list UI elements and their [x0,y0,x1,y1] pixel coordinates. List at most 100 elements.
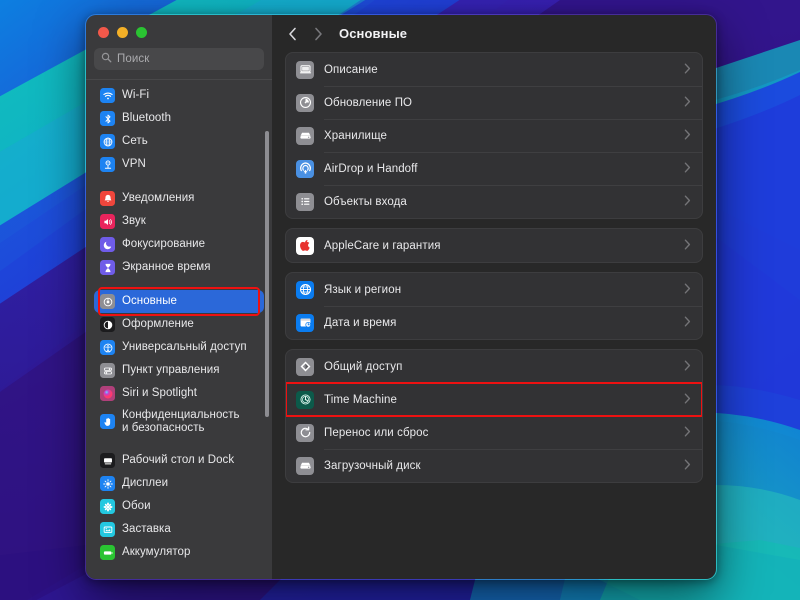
minimize-button[interactable] [117,27,128,38]
sidebar-item-рабочий-стол-и-dock[interactable]: Рабочий стол и Dock [94,449,264,472]
airdrop-icon [296,159,314,178]
settings-groups: Описание Обновление ПО Хранилище AirDrop и … [272,52,716,483]
sidebar-item-экранное-время[interactable]: Экранное время [94,256,264,279]
bluetooth-icon [100,111,115,126]
settings-row-label: Общий доступ [324,360,403,373]
chevron-right-icon [684,457,691,475]
settings-row-label: Загрузочный диск [324,459,421,472]
sidebar-item-уведомления[interactable]: Уведомления [94,187,264,210]
screensaver-icon [100,522,115,537]
sidebar-item-label: Заставка [122,523,171,535]
system-settings-window: Поиск Wi-Fi Bluetooth Сеть VPN Уведомления Зв… [85,14,717,580]
chevron-right-icon [684,160,691,178]
language-region-globe-icon [296,280,314,299]
network-globe-icon [100,134,115,149]
settings-row-label: Язык и регион [324,283,402,296]
sidebar-item-фокусирование[interactable]: Фокусирование [94,233,264,256]
sidebar-item-label: Звук [122,215,146,227]
settings-row-обновление-по[interactable]: Обновление ПО [286,86,702,119]
sidebar-item-сеть[interactable]: Сеть [94,130,264,153]
settings-row-applecare-и-гарантия[interactable]: AppleCare и гарантия [286,229,702,262]
page-title: Основные [339,26,408,41]
settings-group: Язык и регион Дата и время [285,272,703,340]
close-button[interactable] [98,27,109,38]
wallpaper-flower-icon [100,499,115,514]
zoom-button[interactable] [136,27,147,38]
storage-drive-icon [296,126,314,145]
sidebar-item-label: Уведомления [122,192,195,204]
battery-icon [100,545,115,560]
settings-row-label: AppleCare и гарантия [324,239,441,252]
startup-disk-icon [296,456,314,475]
chevron-right-icon [684,358,691,376]
chevron-left-icon [288,27,296,40]
screen-time-hourglass-icon [100,260,115,275]
chevron-right-icon [684,237,691,255]
sharing-icon [296,357,314,376]
chevron-right-icon [684,391,691,409]
displays-brightness-icon [100,476,115,491]
accessibility-icon [100,340,115,355]
sidebar-item-экран-блокировки[interactable]: Экран блокировки [94,575,264,579]
date-time-calendar-icon [296,313,314,332]
sidebar-item-заставка[interactable]: Заставка [94,518,264,541]
chevron-right-icon [684,314,691,332]
sidebar-item-label: Bluetooth [122,112,172,124]
sidebar-item-label: Siri и Spotlight [122,387,197,399]
notifications-bell-icon [100,191,115,206]
settings-row-дата-и-время[interactable]: Дата и время [286,306,702,339]
sidebar-scrollbar[interactable] [265,131,269,417]
sidebar-item-list: Wi-Fi Bluetooth Сеть VPN Уведомления Звук Фоку… [86,84,272,579]
sidebar-item-универсальный-доступ[interactable]: Универсальный доступ [94,336,264,359]
chevron-right-icon [684,127,691,145]
settings-group: Описание Обновление ПО Хранилище AirDrop и … [285,52,703,219]
privacy-hand-icon [100,414,115,429]
settings-row-label: Описание [324,63,378,76]
forward-button[interactable] [307,23,329,45]
sidebar-item-vpn[interactable]: VPN [94,153,264,176]
sidebar-item-дисплеи[interactable]: Дисплеи [94,472,264,495]
settings-row-хранилище[interactable]: Хранилище [286,119,702,152]
sidebar-item-аккумулятор[interactable]: Аккумулятор [94,541,264,564]
chevron-right-icon [684,61,691,79]
sidebar-item-конфиденциальность[interactable]: Конфиденциальность и безопасность [94,405,264,438]
sidebar: Поиск Wi-Fi Bluetooth Сеть VPN Уведомления Зв… [86,15,272,579]
sidebar-item-bluetooth[interactable]: Bluetooth [94,107,264,130]
sidebar-item-siri-и-spotlight[interactable]: Siri и Spotlight [94,382,264,405]
sidebar-item-оформление[interactable]: Оформление [94,313,264,336]
sidebar-item-основные[interactable]: Основные [94,287,264,316]
settings-row-описание[interactable]: Описание [286,53,702,86]
sidebar-item-label: Рабочий стол и Dock [122,454,235,466]
settings-row-airdrop-и-handoff[interactable]: AirDrop и Handoff [286,152,702,185]
settings-row-перенос-или-сброс[interactable]: Перенос или сброс [286,416,702,449]
chevron-right-icon [314,27,322,40]
content-header: Основные [272,15,716,52]
sidebar-item-пункт-управления[interactable]: Пункт управления [94,359,264,382]
chevron-right-icon [684,94,691,112]
sidebar-item-обои[interactable]: Обои [94,495,264,518]
sidebar-item-звук[interactable]: Звук [94,210,264,233]
sidebar-item-label: Обои [122,500,151,512]
settings-row-label: Перенос или сброс [324,426,429,439]
sidebar-item-wi-fi[interactable]: Wi-Fi [94,84,264,107]
back-button[interactable] [281,23,303,45]
settings-row-объекты-входа[interactable]: Объекты входа [286,185,702,218]
settings-row-общий-доступ[interactable]: Общий доступ [286,350,702,383]
about-laptop-icon [296,60,314,79]
settings-row-загрузочный-диск[interactable]: Загрузочный диск [286,449,702,482]
chevron-right-icon [684,193,691,211]
sidebar-item-label: Оформление [122,318,194,330]
sidebar-item-label: Основные [122,295,177,307]
sidebar-divider [86,79,272,80]
sidebar-item-label: Дисплеи [122,477,169,489]
sound-speaker-icon [100,214,115,229]
settings-row-time-machine[interactable]: Time Machine [286,382,702,417]
focus-moon-icon [100,237,115,252]
wifi-icon [100,88,115,103]
settings-row-язык-и-регион[interactable]: Язык и регион [286,273,702,306]
search-field[interactable]: Поиск [94,48,264,70]
siri-icon [100,386,115,401]
